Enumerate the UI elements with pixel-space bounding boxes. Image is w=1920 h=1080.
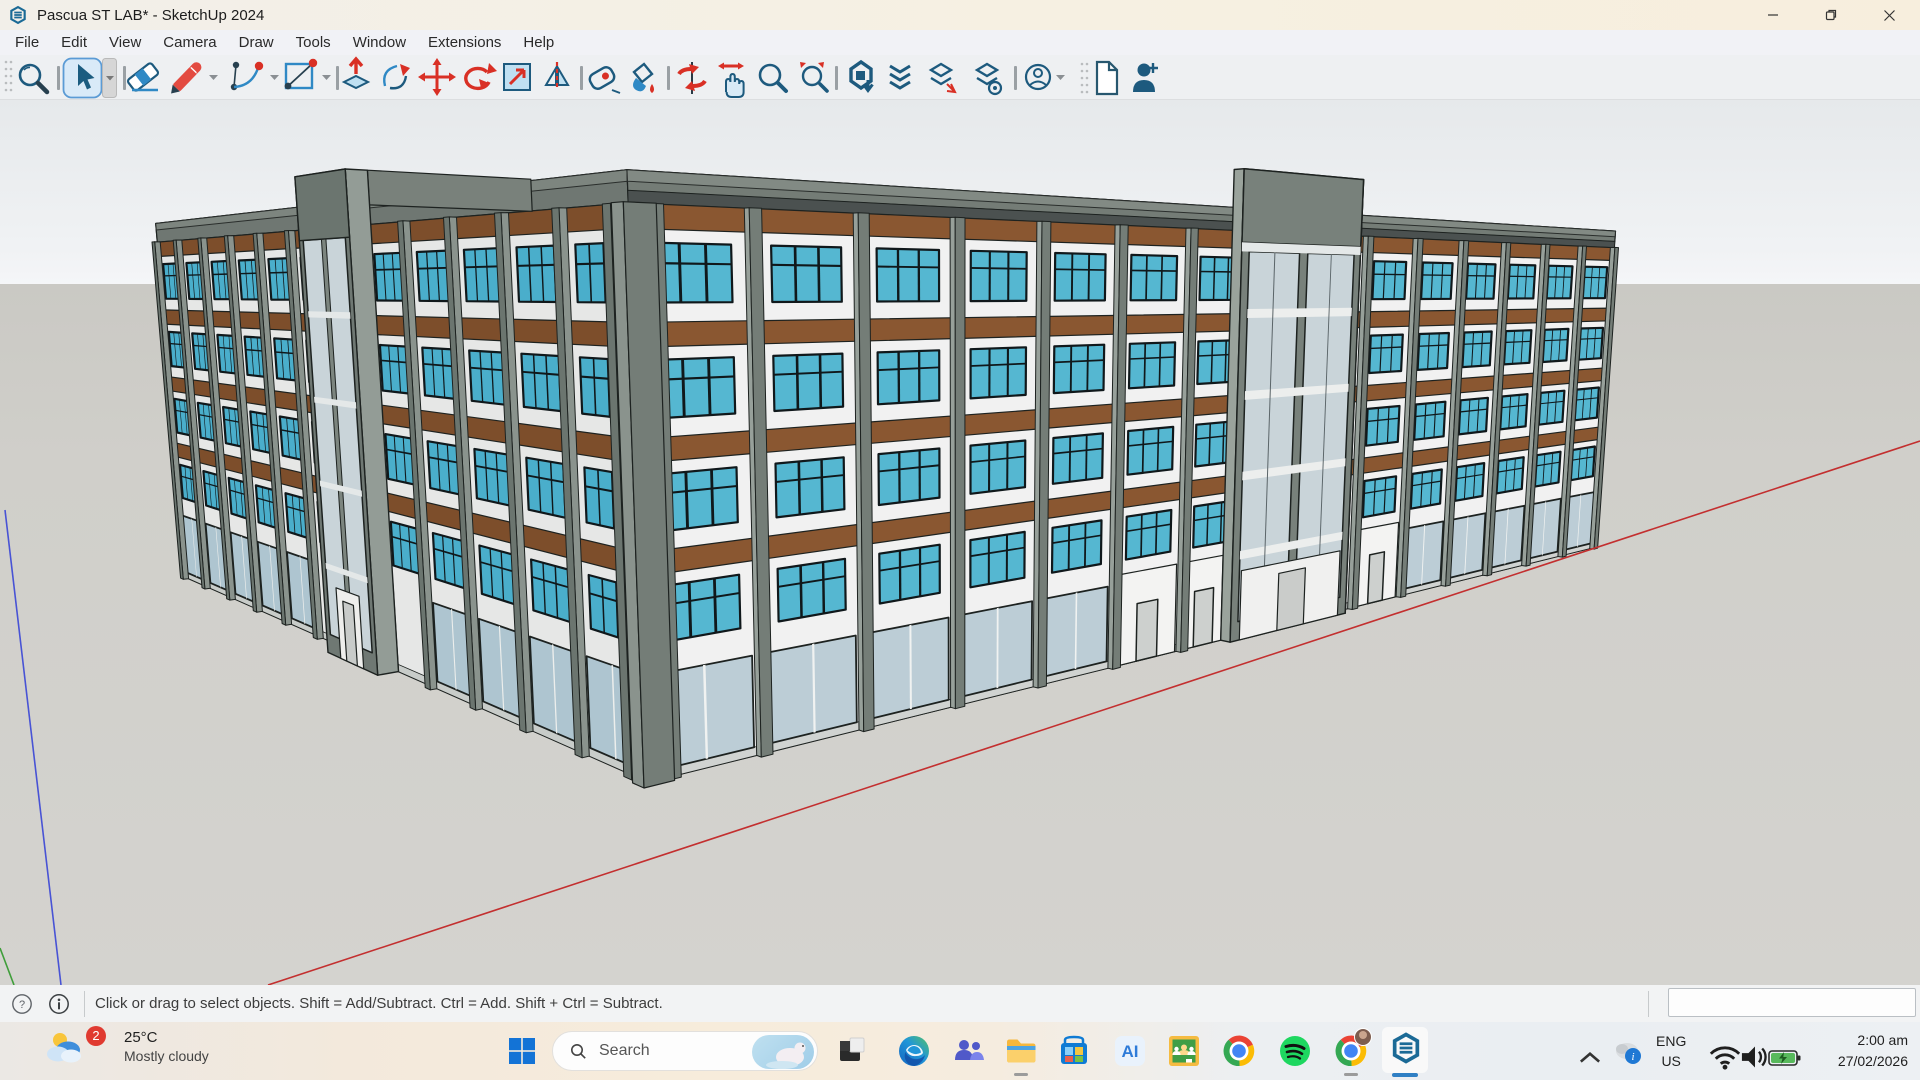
svg-text:i: i — [1631, 1051, 1634, 1063]
svg-text:AI: AI — [1122, 1042, 1139, 1061]
svg-text:?: ? — [19, 999, 25, 1011]
